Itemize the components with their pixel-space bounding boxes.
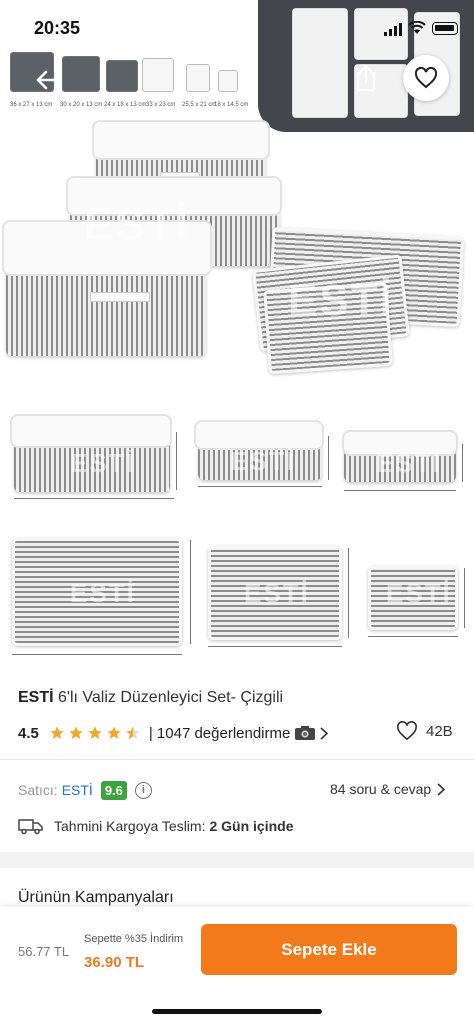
star-icon xyxy=(107,726,121,739)
product-detail-screen: 36 x 27 x 13 cm 30 x 20 x 13 cm 24 x 18 … xyxy=(0,0,474,1024)
watermark: ESTİ xyxy=(244,578,310,608)
product-brand[interactable]: ESTİ xyxy=(18,689,54,706)
truck-icon xyxy=(18,819,43,835)
review-count: | 1047 değerlendirme xyxy=(148,724,291,742)
back-button[interactable] xyxy=(28,62,68,98)
shipping-label: Tahmini Kargoya Teslim: xyxy=(54,818,206,834)
chevron-right-icon xyxy=(437,782,446,796)
product-image-gallery[interactable]: 36 x 27 x 13 cm 30 x 20 x 13 cm 24 x 18 … xyxy=(0,0,474,670)
size-label: 36 x 27 x 13 cm xyxy=(10,102,53,108)
like-count-button[interactable]: 42B xyxy=(396,721,453,741)
watermark: ESTİ xyxy=(376,448,442,478)
watermark: ESTİ xyxy=(386,578,452,608)
qa-label: 84 soru & cevap xyxy=(330,781,432,797)
watermark: ESTİ xyxy=(70,578,136,608)
product-title: ESTİ 6'lı Valiz Düzenleyici Set- Çizgili xyxy=(18,689,283,707)
share-button[interactable] xyxy=(346,58,386,98)
info-icon[interactable]: i xyxy=(134,781,152,799)
product-name: 6'lı Valiz Düzenleyici Set- Çizgili xyxy=(58,689,284,706)
status-time: 20:35 xyxy=(34,18,81,38)
star-icon xyxy=(69,726,83,739)
heart-icon xyxy=(414,67,438,89)
shipping-estimate: Tahmini Kargoya Teslim: 2 Gün içinde xyxy=(18,815,294,837)
rating-stars xyxy=(49,725,141,741)
seller-label: Satıcı: xyxy=(18,782,58,798)
star-icon xyxy=(88,726,102,739)
chevron-right-icon xyxy=(320,726,329,740)
back-arrow-icon xyxy=(36,70,61,90)
size-label: 24 x 18 x 13 cm xyxy=(104,102,147,108)
camera-icon xyxy=(295,726,316,740)
size-label: 25,5 x 21 cm xyxy=(182,102,217,108)
wifi-icon xyxy=(408,21,426,34)
questions-answers-link[interactable]: 84 soru & cevap xyxy=(330,781,446,797)
home-indicator[interactable] xyxy=(152,1009,322,1014)
battery-icon xyxy=(432,22,458,35)
star-half-icon xyxy=(126,726,140,739)
add-to-cart-button[interactable]: Sepete Ekle xyxy=(201,924,457,975)
divider xyxy=(0,759,474,760)
seller-score-badge: 9.6 xyxy=(100,780,127,800)
signal-icon xyxy=(384,23,402,36)
share-icon xyxy=(357,64,375,91)
rating-row[interactable]: 4.5 | 1047 değerlendirme xyxy=(18,722,329,744)
watermark: ESTİ xyxy=(288,276,394,325)
rating-score: 4.5 xyxy=(18,724,39,742)
status-bar: 20:35 xyxy=(0,18,474,42)
cart-discount-note: Sepette %35 İndirim xyxy=(84,933,184,945)
old-price: 56.77 TL xyxy=(18,944,70,959)
watermark: ESTİ xyxy=(84,200,190,249)
bottom-purchase-bar: 56.77 TL Sepette %35 İndirim 36.90 TL Se… xyxy=(0,907,474,1024)
watermark: ESTİ xyxy=(70,448,136,478)
campaigns-title: Ürünün Kampanyaları xyxy=(18,889,174,906)
size-label: 33 x 23 cm xyxy=(146,102,176,108)
heart-icon xyxy=(397,721,417,741)
star-icon xyxy=(50,726,64,739)
favorite-button[interactable] xyxy=(403,55,449,101)
size-label: 30 x 20 x 13 cm xyxy=(60,102,103,108)
shipping-value: 2 Gün içinde xyxy=(209,818,294,834)
discounted-price: 36.90 TL xyxy=(84,954,145,971)
section-separator xyxy=(0,852,474,868)
watermark: ESTİ xyxy=(230,446,296,476)
seller-name-link[interactable]: ESTİ xyxy=(62,782,93,798)
like-count: 42B xyxy=(426,722,453,740)
size-label: 18 x 14,5 cm xyxy=(214,102,249,108)
